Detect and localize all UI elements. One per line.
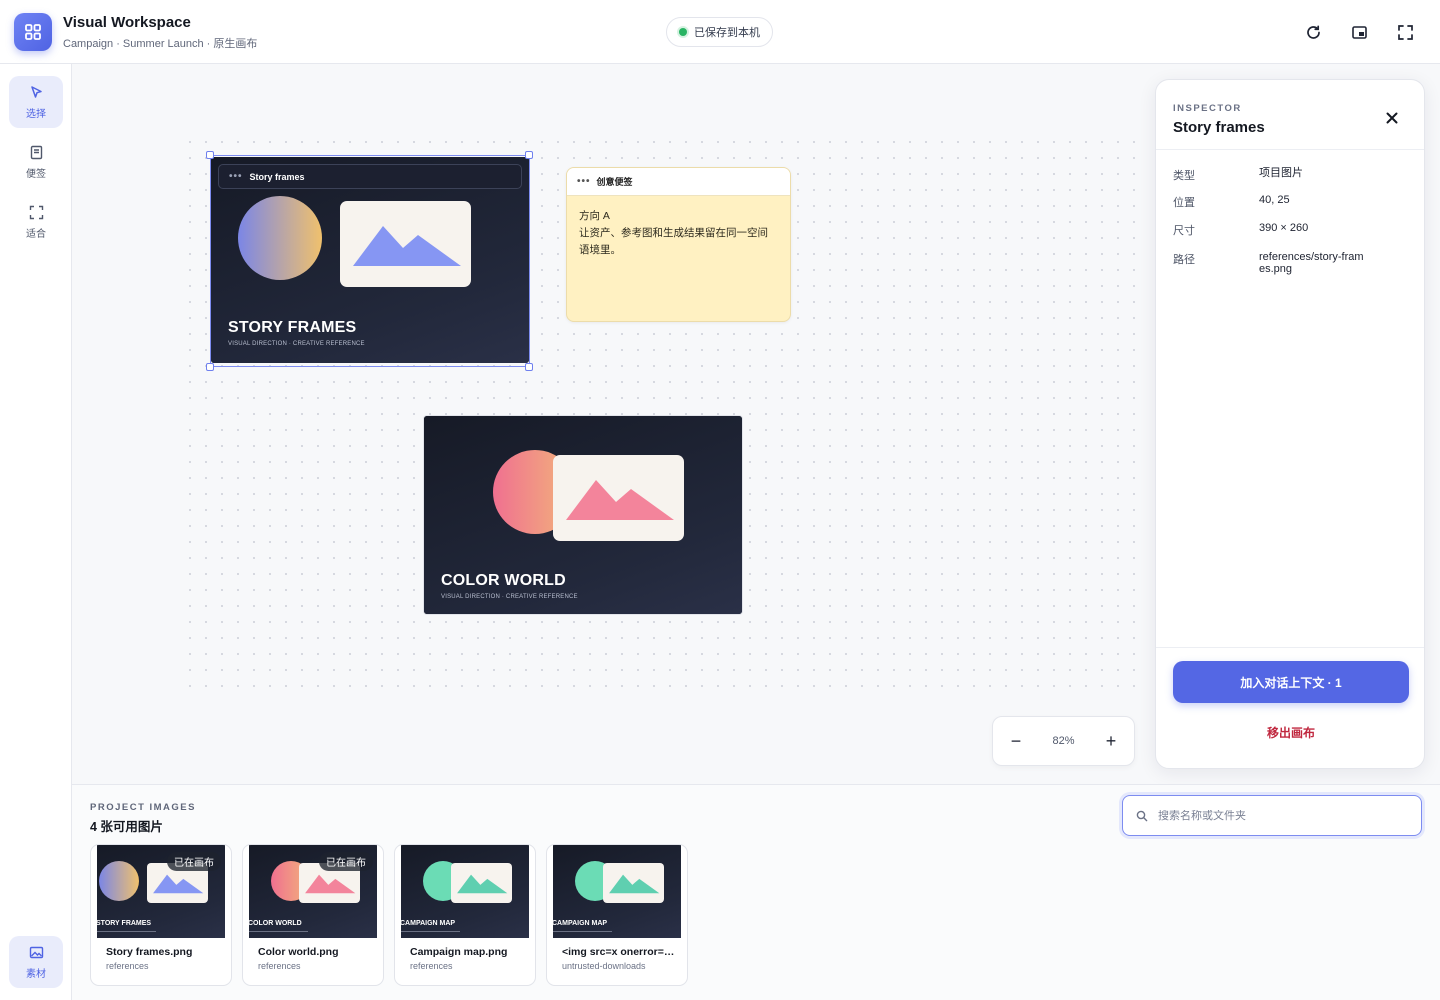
thumbnail-title: STORY FRAMES bbox=[97, 920, 152, 927]
resize-handle-sw[interactable] bbox=[206, 363, 214, 371]
card-subtitle: VISUAL DIRECTION · CREATIVE REFERENCE bbox=[441, 594, 578, 600]
image-thumbnail: COLOR WORLD 已在画布 bbox=[249, 845, 377, 938]
saved-status-dot-icon bbox=[679, 28, 687, 36]
note-header-label: 创意便签 bbox=[596, 177, 633, 187]
prop-value: 390 × 260 bbox=[1259, 222, 1309, 234]
note-body[interactable]: 方向 A 让资产、参考图和生成结果留在同一空间语境里。 bbox=[567, 196, 790, 271]
breadcrumb: Campaign · Summer Launch · 原生画布 bbox=[63, 38, 258, 50]
image-tile[interactable]: STORY FRAMES 已在画布 Story frames.png referenc… bbox=[90, 844, 232, 986]
prop-value: 项目图片 bbox=[1259, 167, 1303, 179]
picture-frame bbox=[553, 455, 684, 541]
image-thumbnail: STORY FRAMES 已在画布 bbox=[97, 845, 225, 938]
image-thumbnail: CAMPAIGN MAP bbox=[401, 845, 529, 938]
fullscreen-icon bbox=[1397, 24, 1413, 40]
thumbnail-subtitle-line bbox=[97, 931, 156, 932]
prop-value: 40, 25 bbox=[1259, 194, 1290, 206]
resize-handle-se[interactable] bbox=[525, 363, 533, 371]
tile-folder: untrusted-downloads bbox=[562, 961, 646, 971]
canvas-image-color-world[interactable]: COLOR WORLD VISUAL DIRECTION · CREATIVE … bbox=[424, 416, 742, 614]
note-line-2: 让资产、参考图和生成结果留在同一空间语境里。 bbox=[579, 227, 768, 256]
picture-frame bbox=[603, 863, 664, 903]
tile-filename: Color world.png bbox=[258, 946, 339, 958]
divider bbox=[1156, 647, 1424, 648]
assets-label: 素材 bbox=[26, 968, 46, 980]
thumbnail-title: CAMPAIGN MAP bbox=[401, 920, 456, 927]
thumbnail-subtitle-line bbox=[553, 931, 612, 932]
tool-fit-label: 适合 bbox=[26, 228, 46, 240]
inspector-panel: INSPECTOR Story frames 类型 项目图片 位置 40, 25… bbox=[1155, 79, 1425, 769]
thumbnail-subtitle-line bbox=[401, 931, 460, 932]
top-bar: Visual Workspace Campaign · Summer Launc… bbox=[0, 0, 1440, 64]
prop-key: 位置 bbox=[1173, 197, 1195, 209]
resize-handle-ne[interactable] bbox=[525, 151, 533, 159]
note-header[interactable]: ••• 创意便签 bbox=[567, 168, 790, 196]
on-canvas-badge: 已在画布 bbox=[167, 852, 221, 871]
tile-filename: Story frames.png bbox=[106, 946, 193, 958]
fit-icon bbox=[29, 205, 43, 219]
zoom-level: 82% bbox=[1052, 735, 1075, 747]
prop-value: references/story-frames.png bbox=[1259, 251, 1364, 275]
card-title: COLOR WORLD bbox=[441, 572, 566, 589]
resize-handle-nw[interactable] bbox=[206, 151, 214, 159]
image-tile[interactable]: CAMPAIGN MAP <img src=x onerror=alert(1)>… bbox=[546, 844, 688, 986]
tool-select-button[interactable]: 选择 bbox=[9, 76, 63, 128]
add-to-context-button[interactable]: 加入对话上下文 · 1 bbox=[1173, 661, 1409, 703]
prop-key: 类型 bbox=[1173, 170, 1195, 182]
zoom-control: − 82% + bbox=[992, 716, 1135, 766]
prop-key: 尺寸 bbox=[1173, 225, 1195, 237]
tool-fit-button[interactable]: 适合 bbox=[9, 196, 63, 248]
sticky-note[interactable]: ••• 创意便签 方向 A 让资产、参考图和生成结果留在同一空间语境里。 bbox=[566, 167, 791, 322]
thumbnail-title: CAMPAIGN MAP bbox=[553, 920, 608, 927]
picture-in-picture-icon bbox=[1351, 25, 1367, 39]
inspector-kicker: INSPECTOR bbox=[1173, 103, 1242, 114]
inspector-title: Story frames bbox=[1173, 119, 1265, 136]
prop-key: 路径 bbox=[1173, 254, 1195, 266]
image-tile[interactable]: CAMPAIGN MAP Campaign map.png references bbox=[394, 844, 536, 986]
project-images-panel: PROJECT IMAGES 4 张可用图片 STORY FRAMES已在画布S… bbox=[72, 784, 1440, 1000]
close-icon bbox=[1386, 112, 1398, 124]
assets-button[interactable]: 素材 bbox=[9, 936, 63, 988]
app-title: Visual Workspace bbox=[63, 14, 191, 31]
image-thumbnail: CAMPAIGN MAP bbox=[553, 845, 681, 938]
tile-filename: Campaign map.png bbox=[410, 946, 508, 958]
thumbnail-subtitle-line bbox=[249, 931, 308, 932]
note-line-1: 方向 A bbox=[579, 210, 610, 222]
image-tile[interactable]: COLOR WORLD 已在画布 Color world.png references bbox=[242, 844, 384, 986]
zoom-in-button[interactable]: + bbox=[1100, 730, 1122, 752]
divider bbox=[1156, 149, 1424, 150]
tile-folder: references bbox=[106, 961, 149, 971]
note-icon bbox=[30, 145, 42, 159]
save-status-text: 已保存到本机 bbox=[694, 27, 760, 39]
tool-rail: 选择 便签 适合 素材 bbox=[0, 64, 72, 1000]
cursor-icon bbox=[30, 85, 42, 98]
more-dots-icon[interactable]: ••• bbox=[577, 176, 591, 187]
thumbnail-title: COLOR WORLD bbox=[249, 920, 302, 927]
gradient-circle bbox=[99, 861, 139, 901]
selection-outline bbox=[210, 155, 530, 367]
tile-filename: <img src=x onerror=alert(1)>.png bbox=[562, 946, 680, 958]
refresh-button[interactable] bbox=[1299, 18, 1327, 46]
close-button[interactable] bbox=[1382, 108, 1402, 128]
search-input[interactable] bbox=[1158, 809, 1398, 822]
search-icon bbox=[1136, 810, 1148, 821]
save-status-badge: 已保存到本机 bbox=[666, 17, 773, 47]
tile-folder: references bbox=[410, 961, 453, 971]
search-field[interactable] bbox=[1122, 795, 1422, 836]
fullscreen-button[interactable] bbox=[1391, 18, 1419, 46]
tool-note-label: 便签 bbox=[26, 168, 46, 180]
remove-from-canvas-button[interactable]: 移出画布 bbox=[1173, 724, 1409, 741]
picture-frame bbox=[451, 863, 512, 903]
tile-folder: references bbox=[258, 961, 301, 971]
library-count: 4 张可用图片 bbox=[90, 820, 163, 834]
library-kicker: PROJECT IMAGES bbox=[90, 802, 196, 813]
app-grid-icon[interactable] bbox=[14, 13, 52, 51]
tool-note-button[interactable]: 便签 bbox=[9, 136, 63, 188]
on-canvas-badge: 已在画布 bbox=[319, 852, 373, 871]
picture-in-picture-button[interactable] bbox=[1345, 18, 1373, 46]
zoom-out-button[interactable]: − bbox=[1005, 730, 1027, 752]
tool-select-label: 选择 bbox=[26, 108, 46, 120]
refresh-icon bbox=[1306, 24, 1320, 39]
image-icon bbox=[29, 946, 43, 958]
